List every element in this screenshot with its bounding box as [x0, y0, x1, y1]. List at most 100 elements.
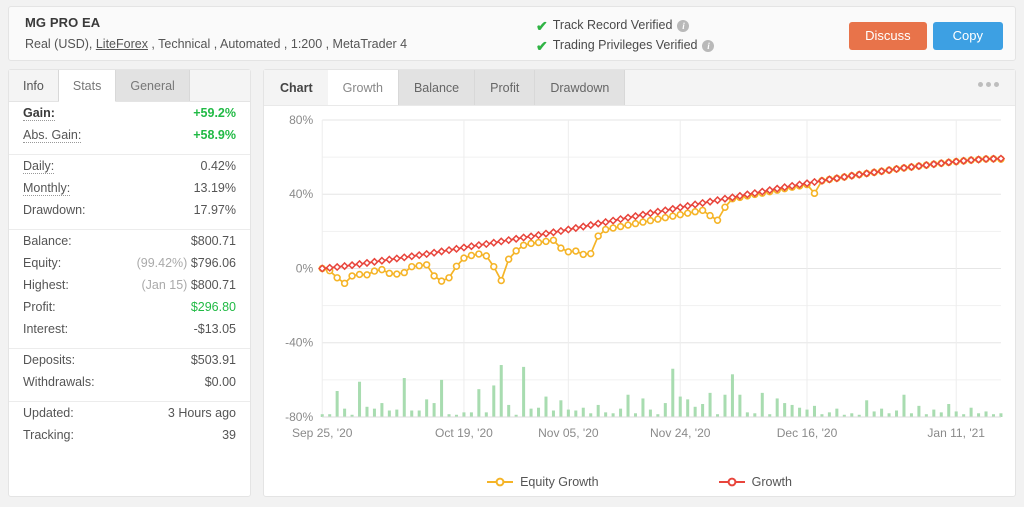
- x-axis-tick-label: Jan 11, '21: [927, 426, 985, 440]
- track-record-verified-label: Track Record Verified: [552, 18, 673, 32]
- stat-label: Withdrawals:: [23, 375, 95, 389]
- stat-value-text: 0.42%: [200, 159, 236, 173]
- legend-item-growth[interactable]: Growth: [718, 475, 792, 489]
- sidebar-tabs: Info Stats General: [9, 70, 250, 102]
- volume-bar: [499, 365, 503, 417]
- data-point-marker: [594, 232, 602, 240]
- tab-filler: [189, 70, 250, 101]
- stat-value-text: 17.97%: [193, 203, 236, 217]
- data-point-marker: [609, 224, 617, 232]
- data-point-marker: [654, 215, 662, 223]
- volume-bar: [932, 409, 936, 417]
- stat-label: Balance:: [23, 234, 72, 248]
- stat-row: Balance: $800.71: [23, 234, 236, 256]
- chart-canvas: 80% 40% 0% -40% -80% Sep 25, '20 Oct 19, '20 No…: [285, 113, 1006, 440]
- x-axis-tick-label: Nov 24, '20: [650, 426, 711, 440]
- volume-bar: [365, 406, 369, 417]
- stat-label[interactable]: Gain:: [23, 106, 55, 121]
- data-point-marker: [810, 189, 819, 198]
- stat-value: 17.97%: [194, 203, 236, 217]
- stat-value-text: 39: [222, 428, 236, 442]
- volume-bar: [648, 409, 652, 417]
- volume-bar: [827, 412, 831, 417]
- stat-value: 0.42%: [201, 159, 236, 173]
- sidebar-tab-stats[interactable]: Stats: [58, 70, 117, 102]
- stat-label[interactable]: Monthly:: [23, 181, 71, 196]
- volume-bar: [566, 409, 570, 417]
- stat-group: Deposits: $503.91 Withdrawals: $0.00: [9, 348, 250, 401]
- stat-label: Equity:: [23, 256, 62, 270]
- trading-privileges-verified-badge: ✔ Trading Privileges Verified i: [536, 36, 715, 55]
- legend-item-equity-growth[interactable]: Equity Growth: [487, 475, 599, 489]
- stat-label: Deposits:: [23, 353, 76, 367]
- volume-bar: [544, 396, 548, 417]
- volume-bar: [999, 413, 1003, 417]
- data-point-marker: [601, 225, 610, 234]
- page-title: MG PRO EA: [25, 15, 101, 30]
- data-point-marker: [348, 272, 356, 280]
- volume-bar: [529, 408, 533, 417]
- volume-bar: [410, 410, 414, 417]
- stat-value-text: $800.71: [190, 278, 236, 292]
- data-point-marker: [616, 222, 625, 231]
- stats-list: Gain: +59.2% Abs. Gain: +58.9% Daily: 0.42% Mo…: [9, 102, 250, 454]
- legend-marker-growth: [718, 477, 745, 487]
- volume-bar: [633, 413, 637, 417]
- volume-bar: [663, 403, 667, 417]
- sidebar-tab-info[interactable]: Info: [9, 70, 59, 101]
- volume-bar: [835, 408, 839, 417]
- copy-button[interactable]: Copy: [932, 22, 1003, 50]
- data-point-marker: [445, 274, 453, 282]
- volume-bar: [939, 412, 943, 417]
- volume-bar: [723, 394, 727, 417]
- volume-bar: [775, 398, 779, 417]
- discuss-button[interactable]: Discuss: [849, 22, 927, 50]
- info-icon[interactable]: i: [702, 39, 715, 52]
- tab-drawdown[interactable]: Drawdown: [535, 70, 626, 105]
- data-point-marker: [430, 272, 438, 280]
- data-point-marker: [631, 219, 640, 228]
- data-point-marker: [408, 262, 416, 271]
- stat-value-text: 3 Hours ago: [167, 406, 236, 420]
- header-actions: Discuss Copy: [849, 22, 1003, 50]
- volume-bar: [469, 412, 473, 417]
- data-point-marker: [378, 265, 386, 274]
- stat-label: Updated:: [23, 406, 74, 420]
- stat-value: +58.9%: [193, 128, 236, 142]
- volume-bar: [947, 404, 951, 417]
- stat-value-text: $296.80: [190, 300, 236, 314]
- tab-growth[interactable]: Growth: [327, 70, 399, 105]
- data-point-marker: [549, 236, 558, 244]
- stat-row: Gain: +59.2%: [23, 106, 236, 128]
- stat-label[interactable]: Abs. Gain:: [23, 128, 82, 143]
- stat-row: Withdrawals: $0.00: [23, 375, 236, 397]
- sidebar-tab-general[interactable]: General: [116, 70, 190, 101]
- stat-value-text: -$13.05: [193, 322, 236, 336]
- stat-value-prefix: (99.42%): [136, 256, 191, 270]
- volume-bar: [783, 403, 787, 417]
- stat-row: Updated: 3 Hours ago: [23, 406, 236, 428]
- data-point-marker: [385, 269, 394, 278]
- data-point-marker: [572, 247, 580, 255]
- account-details: , Technical , Automated , 1:200 , MetaTr…: [147, 37, 408, 51]
- data-point-marker: [482, 252, 491, 260]
- tab-profit[interactable]: Profit: [475, 70, 536, 105]
- stat-label[interactable]: Daily:: [23, 159, 55, 174]
- volume-bar: [708, 392, 712, 417]
- chart-panel-heading: Chart: [264, 70, 328, 105]
- info-icon[interactable]: i: [677, 19, 690, 32]
- stat-row: Daily: 0.42%: [23, 159, 236, 181]
- data-point-marker: [639, 218, 647, 226]
- volume-bar: [641, 398, 645, 417]
- more-options-icon[interactable]: [978, 82, 999, 87]
- data-point-marker: [512, 247, 520, 255]
- stat-value-text: $796.06: [190, 256, 236, 270]
- stats-sidebar: Info Stats General Gain: +59.2% Abs. Gain:…: [8, 69, 251, 497]
- legend-label-growth: Growth: [751, 475, 792, 489]
- volume-bar: [865, 400, 869, 417]
- stat-row: Drawdown: 17.97%: [23, 203, 236, 225]
- tab-balance[interactable]: Balance: [398, 70, 476, 105]
- volume-bar: [798, 407, 802, 417]
- volume-bar: [551, 410, 555, 417]
- broker-link[interactable]: LiteForex: [96, 37, 148, 51]
